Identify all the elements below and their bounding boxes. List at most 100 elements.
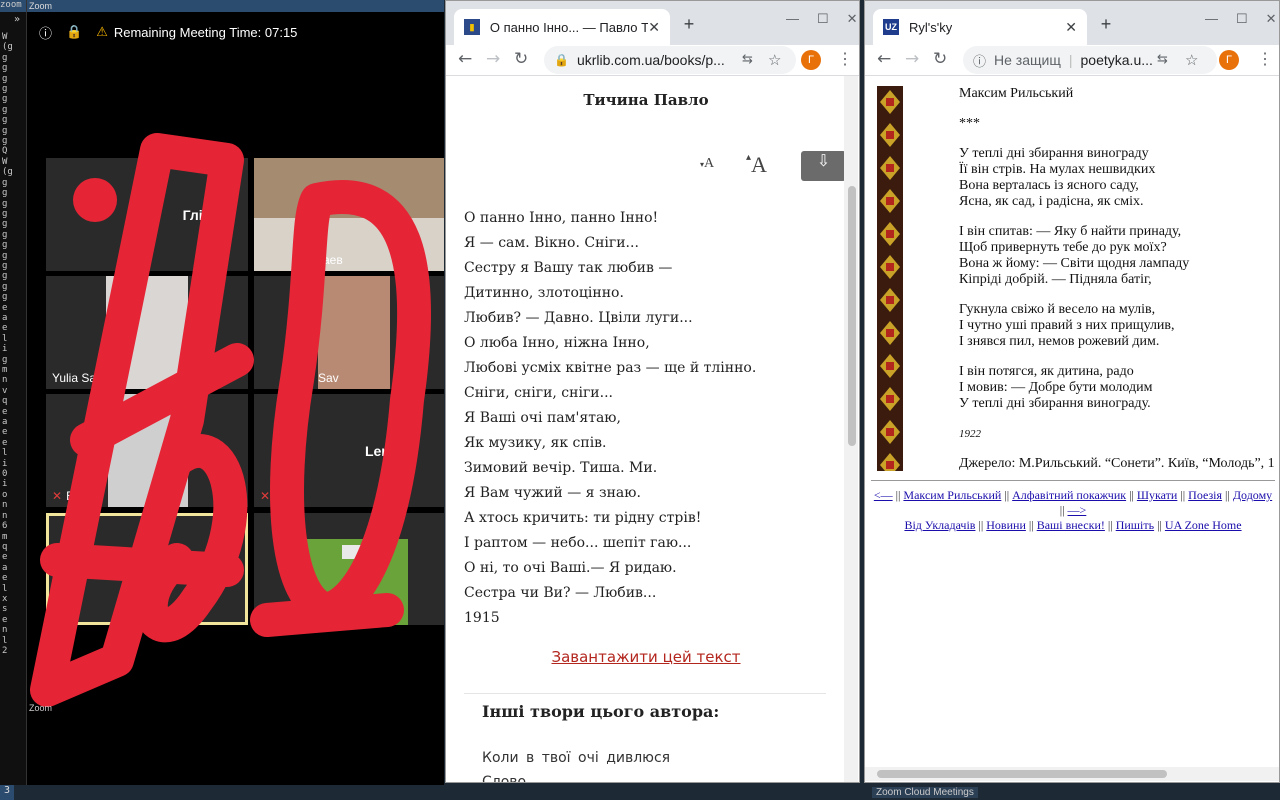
tab-strip: UZ Ryl's'ky ✕ + — ☐ ✕ [865, 1, 1279, 45]
news-link[interactable]: Новини [986, 518, 1026, 532]
close-tab-icon[interactable]: ✕ [648, 19, 660, 36]
browser-tab-poetyka[interactable]: UZ Ryl's'ky ✕ [873, 9, 1087, 45]
poem-line: Сестра чи Ви? — Любив... [464, 585, 657, 601]
author-link[interactable]: Максим Рильський [903, 488, 1001, 502]
ornament-center [886, 263, 894, 271]
poem-line: Її він стрів. На мулах нешвидких [959, 162, 1156, 177]
other-works-heading: Інші твори цього автора: [482, 702, 720, 721]
prev-link[interactable]: <— [874, 488, 893, 502]
author-title: Тичина Павло [583, 91, 709, 109]
forward-icon[interactable]: → [905, 49, 919, 69]
close-tab-icon[interactable]: ✕ [1065, 19, 1077, 36]
download-button[interactable]: ⇩ [801, 151, 846, 181]
zoom-bottom-label: Zoom [29, 703, 53, 713]
browser-window-poetyka: UZ Ryl's'ky ✕ + — ☐ ✕ ← → ↻ ⓘ Не защищ |… [864, 0, 1280, 783]
divider [871, 480, 1275, 481]
editors-link[interactable]: Від Укладачів [904, 518, 975, 532]
poem-line: 1915 [464, 610, 500, 626]
address-bar[interactable]: 🔒 ukrlib.com.ua/books/p... [544, 46, 796, 74]
ornament-center [886, 296, 894, 304]
back-icon[interactable]: ← [458, 49, 472, 69]
separator: || [895, 488, 901, 502]
poem-body: Максим Рильський *** У теплі дні збирання … [959, 86, 1275, 486]
workspace-indicator[interactable]: 3 [0, 785, 14, 800]
terminal-tab[interactable]: zoom [0, 0, 26, 12]
other-work-link[interactable]: Коли в твої очі дивлюся [482, 750, 670, 766]
stanza: І він спитав: — Яку б найти принаду, Щоб … [959, 224, 1275, 288]
divider [464, 693, 826, 694]
address-bar[interactable]: ⓘ Не защищ | poetyka.u... [963, 46, 1217, 74]
uazone-favicon: UZ [883, 19, 899, 35]
separator: || [1225, 488, 1230, 502]
info-icon[interactable]: ⓘ [973, 51, 986, 70]
security-label: Не защищ [994, 52, 1061, 68]
separator: || [1028, 518, 1034, 532]
new-tab-button[interactable]: + [676, 14, 702, 40]
home-link[interactable]: Додому [1233, 488, 1272, 502]
translate-icon[interactable]: ⇆ [1157, 52, 1168, 67]
lock-icon[interactable]: 🔒 [554, 53, 569, 67]
uazone-home-link[interactable]: UA Zone Home [1165, 518, 1242, 532]
other-work-link[interactable]: Слово [482, 774, 526, 782]
ornament-center [886, 329, 894, 337]
index-link[interactable]: Алфавітний покажчик [1012, 488, 1126, 502]
stanza: У теплі дні збирання винограду Її він стр… [959, 146, 1275, 210]
search-link[interactable]: Шукати [1137, 488, 1177, 502]
reload-icon[interactable]: ↻ [514, 49, 528, 69]
footer-nav: <— || Максим Рильський || Алфавітний пок… [871, 488, 1275, 533]
bookmark-star-icon[interactable]: ☆ [1185, 51, 1198, 69]
profile-avatar[interactable]: Г [1219, 50, 1239, 70]
menu-kebab-icon[interactable]: ⋮ [837, 49, 853, 69]
close-window-icon[interactable]: ✕ [1266, 11, 1277, 27]
scrollbar-thumb[interactable] [877, 770, 1167, 778]
ornament-center [886, 395, 894, 403]
maximize-icon[interactable]: ☐ [1236, 11, 1248, 27]
stanza: *** [959, 116, 1275, 132]
maximize-icon[interactable]: ☐ [817, 11, 829, 27]
poem-line: *** [959, 116, 980, 131]
poem-year: 1922 [959, 428, 981, 440]
poem-line: І він спитав: — Яку б найти принаду, [959, 224, 1182, 239]
browser-tab-ukrlib[interactable]: ▮ О панно Інно... — Павло Т ✕ [454, 9, 670, 45]
minimize-icon[interactable]: — [786, 11, 799, 27]
poem-line: Вона верталась із ясного саду, [959, 178, 1139, 193]
profile-avatar[interactable]: Г [801, 50, 821, 70]
reload-icon[interactable]: ↻ [933, 49, 947, 69]
forward-icon[interactable]: → [486, 49, 500, 69]
minimize-icon[interactable]: — [1205, 11, 1218, 27]
ornament-pattern [880, 90, 900, 477]
ornament-center [886, 362, 894, 370]
poem-line: У теплі дні збирання винограду. [959, 396, 1151, 411]
new-tab-button[interactable]: + [1093, 14, 1119, 40]
download-text-link[interactable]: Завантажити цей текст [446, 648, 846, 666]
poetry-link[interactable]: Поезія [1188, 488, 1222, 502]
window-controls: — ☐ ✕ [786, 11, 858, 27]
write-link[interactable]: Пишіть [1116, 518, 1154, 532]
ornament-center [886, 230, 894, 238]
font-decrease-button[interactable]: ▾A [700, 156, 714, 172]
poem-text: О панно Інно, панно Інно! Я — сам. Вікно.… [464, 206, 756, 631]
stanza: Гукнула свіжо й весело на мулів, І чутно … [959, 302, 1275, 350]
menu-kebab-icon[interactable]: ⋮ [1257, 49, 1273, 69]
tab-strip: ▮ О панно Інно... — Павло Т ✕ + — ☐ ✕ [446, 1, 859, 45]
poem-line: О панно Інно, панно Інно! [464, 210, 659, 226]
poem-line: Сестру я Вашу так любив — [464, 260, 673, 276]
zoom-window: Zoom ⓘ 🔒 ⚠ Remaining Meeting Time: 07:15… [27, 0, 444, 785]
taskbar-zoom-item[interactable]: Zoom Cloud Meetings [872, 787, 978, 798]
url-text: ukrlib.com.ua/books/p... [576, 52, 725, 68]
close-window-icon[interactable]: ✕ [847, 11, 858, 27]
poem-line: У теплі дні збирання винограду [959, 146, 1149, 161]
poem-line: О люба Інно, ніжна Інно, [464, 335, 650, 351]
back-icon[interactable]: ← [877, 49, 891, 69]
translate-icon[interactable]: ⇆ [742, 52, 753, 67]
separator: || [1129, 488, 1134, 502]
font-increase-button[interactable]: ▴A [746, 152, 767, 178]
page-content: Тичина Павло ▾A ▴A ⇩ О панно Інно, панно… [446, 76, 859, 782]
scrollbar-thumb[interactable] [848, 186, 856, 446]
poem-line: Дитинно, злотоцінно. [464, 285, 624, 301]
bookmark-star-icon[interactable]: ☆ [768, 51, 781, 69]
more-arrows-icon[interactable]: » [14, 14, 20, 25]
poem-line: І мовив: — Добре бути молодим [959, 380, 1153, 395]
contrib-link[interactable]: Ваші внески! [1037, 518, 1105, 532]
next-link[interactable]: —> [1068, 503, 1087, 517]
